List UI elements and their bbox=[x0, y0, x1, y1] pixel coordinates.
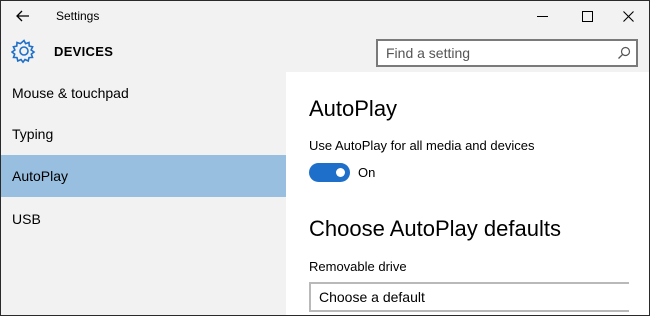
maximize-icon bbox=[581, 10, 593, 22]
back-button[interactable] bbox=[9, 5, 37, 27]
toggle-state-label: On bbox=[358, 165, 376, 180]
sidebar-item-label: USB bbox=[12, 211, 41, 227]
title-bar: Settings bbox=[1, 1, 649, 31]
sidebar-item-autoplay[interactable]: AutoPlay bbox=[1, 155, 286, 197]
dropdown-selected-value: Choose a default bbox=[319, 289, 425, 305]
back-arrow-icon bbox=[16, 10, 29, 22]
sidebar: Mouse & touchpad Typing AutoPlay USB bbox=[1, 72, 286, 315]
sidebar-item-mouse-touchpad[interactable]: Mouse & touchpad bbox=[1, 72, 286, 114]
close-button[interactable] bbox=[607, 1, 649, 31]
removable-drive-dropdown[interactable]: Choose a default bbox=[309, 282, 629, 312]
minimize-icon bbox=[536, 15, 548, 17]
sidebar-item-label: Mouse & touchpad bbox=[12, 85, 129, 101]
close-icon bbox=[622, 10, 634, 22]
search-input[interactable] bbox=[386, 44, 606, 62]
main-content: AutoPlay Use AutoPlay for all media and … bbox=[286, 72, 649, 315]
toggle-description: Use AutoPlay for all media and devices bbox=[309, 138, 535, 153]
section-heading: AutoPlay bbox=[309, 96, 398, 121]
minimize-button[interactable] bbox=[521, 1, 563, 31]
search-icon[interactable] bbox=[617, 46, 631, 60]
autoplay-toggle[interactable] bbox=[309, 163, 350, 182]
defaults-heading: Choose AutoPlay defaults bbox=[309, 216, 561, 241]
page-title: DEVICES bbox=[54, 44, 114, 59]
sidebar-item-label: Typing bbox=[12, 126, 54, 142]
toggle-knob bbox=[336, 168, 345, 177]
window-title: Settings bbox=[56, 9, 100, 23]
search-box[interactable] bbox=[376, 39, 638, 67]
removable-drive-label: Removable drive bbox=[309, 259, 407, 274]
sidebar-item-label: AutoPlay bbox=[12, 168, 69, 184]
page-header: DEVICES bbox=[1, 31, 649, 72]
sidebar-item-typing[interactable]: Typing bbox=[1, 113, 286, 155]
sidebar-item-usb[interactable]: USB bbox=[1, 198, 286, 240]
settings-window: Settings DEVICES Find a setting Mouse & … bbox=[0, 0, 650, 316]
maximize-button[interactable] bbox=[566, 1, 608, 31]
gear-icon bbox=[11, 39, 36, 64]
